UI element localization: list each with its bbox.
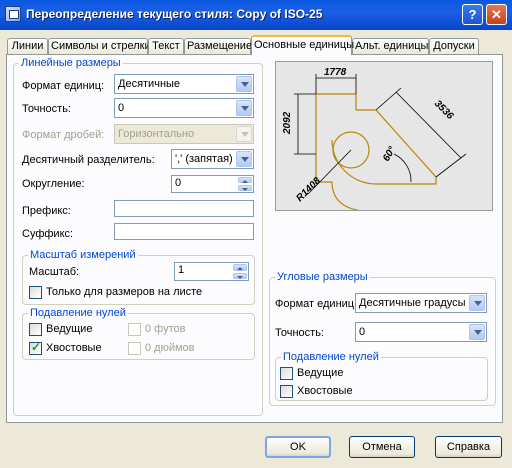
chevron-down-icon[interactable]: [236, 76, 252, 92]
help-button[interactable]: Справка: [435, 436, 502, 458]
preview-dim-diag: 3536: [432, 98, 456, 122]
tab-fit[interactable]: Размещение: [184, 38, 252, 54]
leading-zeros-checkbox[interactable]: [29, 323, 42, 336]
precision-combo[interactable]: 0: [114, 98, 254, 118]
layout-only-label: Только для размеров на листе: [46, 286, 203, 298]
spin-up-icon[interactable]: [233, 264, 247, 271]
angular-unit-format-value: Десятичные градусы: [359, 297, 466, 309]
fraction-format-value: Горизонтально: [118, 128, 195, 140]
prefix-label: Префикс:: [22, 205, 71, 217]
zero-inches-checkbox: [128, 342, 141, 355]
scale-input[interactable]: 1: [174, 262, 249, 281]
angular-precision-label: Точность:: [275, 327, 324, 339]
tab-symbols-arrows[interactable]: Символы и стрелки: [48, 38, 151, 54]
preview-drawing: 1778 2092 3536 60° R1408: [282, 67, 467, 210]
precision-label: Точность:: [22, 103, 71, 115]
chevron-down-icon[interactable]: [469, 324, 485, 340]
chevron-down-icon: [236, 126, 252, 142]
trailing-zeros-checkbox[interactable]: [29, 340, 42, 355]
fraction-format-label: Формат дробей:: [22, 129, 105, 141]
zero-inches-label: 0 дюймов: [145, 342, 195, 354]
angular-leading-zeros-label: Ведущие: [297, 367, 344, 379]
chevron-down-icon[interactable]: [236, 100, 252, 116]
ok-button[interactable]: OK: [265, 436, 331, 458]
angular-trailing-zeros-checkbox[interactable]: [280, 385, 293, 398]
preview-dim-top: 1778: [324, 67, 347, 78]
trailing-zeros-label: Хвостовые: [46, 342, 102, 354]
spin-down-icon[interactable]: [233, 272, 247, 279]
decimal-separator-combo[interactable]: ',' (запятая): [171, 149, 254, 169]
spin-up-icon[interactable]: [238, 177, 252, 183]
zero-feet-checkbox: [128, 323, 141, 336]
tab-primary-units[interactable]: Основные единицы: [251, 35, 354, 55]
spin-down-icon[interactable]: [238, 185, 252, 191]
prefix-input[interactable]: [114, 200, 254, 217]
preview-dimensions: [294, 74, 467, 195]
angular-precision-value: 0: [359, 326, 366, 338]
cancel-button[interactable]: Отмена: [349, 436, 415, 458]
scale-spinner[interactable]: [233, 264, 247, 279]
decimal-separator-value: ',' (запятая): [175, 153, 233, 165]
angular-leading-zeros-checkbox[interactable]: [280, 367, 293, 380]
preview-dim-radius: R1408: [294, 175, 323, 204]
close-button[interactable]: ✕: [486, 4, 507, 25]
suffix-label: Суффикс:: [22, 228, 74, 240]
zero-suppression-legend: Подавление нулей: [28, 307, 128, 319]
round-off-input[interactable]: 0: [171, 175, 254, 193]
preview-dim-angle: 60°: [381, 144, 399, 163]
unit-format-label: Формат единиц:: [22, 80, 105, 92]
tab-lines[interactable]: Линии: [7, 38, 48, 54]
leading-zeros-label: Ведущие: [46, 323, 93, 335]
round-off-label: Округление:: [22, 178, 85, 190]
round-off-value: 0: [175, 177, 182, 189]
linear-dimensions-legend: Линейные размеры: [19, 57, 123, 69]
suffix-input[interactable]: [114, 223, 254, 240]
round-off-spinner[interactable]: [238, 177, 252, 191]
angular-unit-format-combo[interactable]: Десятичные градусы: [355, 293, 487, 313]
tab-text[interactable]: Текст: [148, 38, 184, 54]
preview-dim-left: 2092: [282, 111, 293, 135]
precision-value: 0: [118, 102, 125, 114]
angular-dimensions-legend: Угловые размеры: [275, 271, 370, 283]
measurement-scale-legend: Масштаб измерений: [28, 249, 138, 261]
angular-unit-format-label: Формат единиц:: [275, 298, 358, 310]
chevron-down-icon[interactable]: [469, 295, 485, 311]
angular-trailing-zeros-label: Хвостовые: [297, 385, 353, 397]
unit-format-value: Десятичные: [118, 78, 181, 90]
angular-zero-suppression-legend: Подавление нулей: [281, 351, 381, 363]
fraction-format-combo: Горизонтально: [114, 124, 254, 144]
help-title-button[interactable]: ?: [462, 4, 483, 25]
preview-pane: 1778 2092 3536 60° R1408: [275, 61, 493, 211]
scale-label: Масштаб:: [29, 266, 80, 278]
angular-precision-combo[interactable]: 0: [355, 322, 487, 342]
tab-alternate-units[interactable]: Альт. единицы: [352, 38, 429, 54]
preview-geometry: [315, 93, 437, 210]
tab-tolerances[interactable]: Допуски: [429, 38, 479, 54]
chevron-down-icon[interactable]: [236, 151, 252, 167]
window-title: Переопределение текущего стиля: Copy of …: [26, 7, 323, 21]
scale-value: 1: [178, 264, 185, 276]
layout-only-checkbox[interactable]: [29, 286, 42, 299]
tab-panel: Линейные размеры Формат единиц: Десятичн…: [6, 54, 503, 423]
dialog-icon: [5, 6, 21, 22]
unit-format-combo[interactable]: Десятичные: [114, 74, 254, 94]
title-bar: Переопределение текущего стиля: Copy of …: [0, 0, 512, 30]
zero-feet-label: 0 футов: [145, 323, 186, 335]
decimal-separator-label: Десятичный разделитель:: [22, 154, 155, 166]
